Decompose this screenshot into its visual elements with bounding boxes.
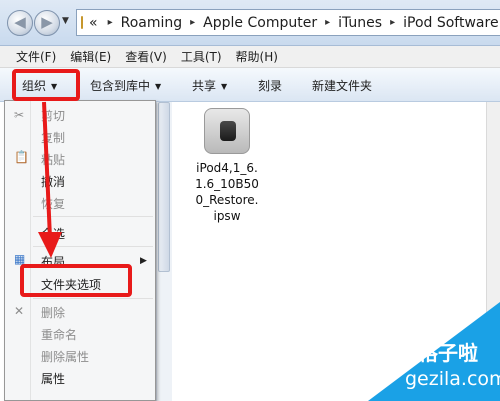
- arrow-shaft: [42, 101, 52, 239]
- arrow-head: [38, 232, 62, 258]
- watermark-brand-text: 格子啦: [418, 341, 478, 365]
- watermark-domain-text: gezila.com: [405, 368, 500, 390]
